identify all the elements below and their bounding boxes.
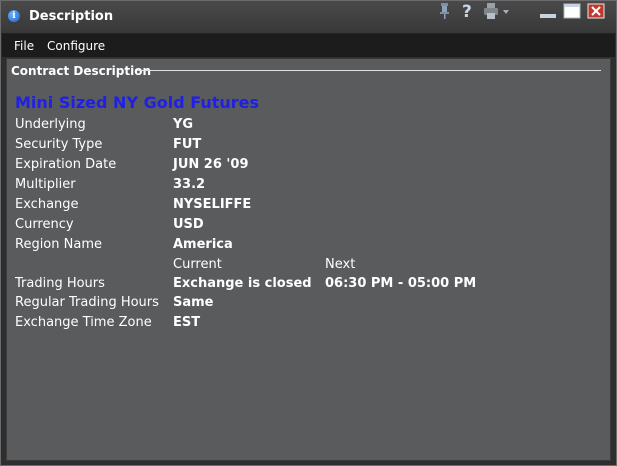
field-value: FUT — [173, 137, 202, 152]
maximize-icon[interactable] — [563, 1, 581, 21]
field-value-current: Exchange is closed — [173, 276, 312, 291]
chevron-down-icon — [503, 10, 509, 14]
field-value-current: Same — [173, 295, 214, 310]
column-next: Next — [325, 257, 356, 272]
description-window: i Description ? File Configure Contract … — [0, 0, 617, 466]
field-value-next: 06:30 PM - 05:00 PM — [325, 276, 477, 291]
section-divider — [137, 70, 601, 71]
row-region-name: Region Name America — [7, 237, 607, 255]
field-label: Trading Hours — [15, 276, 105, 291]
column-headers: Current Next — [7, 257, 607, 275]
close-icon[interactable] — [587, 1, 605, 21]
field-value-current: EST — [173, 315, 201, 330]
menu-file[interactable]: File — [14, 39, 34, 53]
title-bar: i Description ? — [1, 1, 616, 34]
help-icon[interactable]: ? — [460, 1, 476, 21]
section-title: Contract Description — [11, 64, 151, 78]
menu-bar: File Configure — [2, 34, 615, 57]
field-value: JUN 26 '09 — [173, 157, 249, 172]
row-currency: Currency USD — [7, 217, 607, 235]
pin-icon[interactable] — [438, 1, 452, 21]
field-label: Exchange — [15, 197, 79, 212]
field-label: Expiration Date — [15, 157, 117, 172]
contract-name: Mini Sized NY Gold Futures — [15, 93, 260, 112]
row-underlying: Underlying YG — [7, 117, 607, 135]
row-trading-hours: Trading Hours Exchange is closed 06:30 P… — [7, 276, 607, 294]
info-icon: i — [8, 10, 20, 22]
minimize-icon[interactable] — [539, 1, 557, 21]
row-security-type: Security Type FUT — [7, 137, 607, 155]
field-value: America — [173, 237, 233, 252]
row-exchange: Exchange NYSELIFFE — [7, 197, 607, 215]
row-expiration-date: Expiration Date JUN 26 '09 — [7, 157, 607, 175]
svg-text:?: ? — [462, 2, 472, 21]
field-label: Exchange Time Zone — [15, 315, 152, 330]
row-exchange-time-zone: Exchange Time Zone EST — [7, 315, 607, 333]
field-label: Currency — [15, 217, 74, 232]
row-regular-trading-hours: Regular Trading Hours Same — [7, 295, 607, 313]
field-value: USD — [173, 217, 204, 232]
field-label: Region Name — [15, 237, 102, 252]
field-value: NYSELIFFE — [173, 197, 252, 212]
window-title: Description — [29, 9, 114, 24]
field-label: Multiplier — [15, 177, 76, 192]
field-label: Regular Trading Hours — [15, 295, 159, 310]
menu-configure[interactable]: Configure — [47, 39, 105, 53]
field-value: 33.2 — [173, 177, 206, 192]
print-icon[interactable] — [483, 1, 511, 21]
field-label: Underlying — [15, 117, 86, 132]
field-label: Security Type — [15, 137, 103, 152]
column-current: Current — [173, 257, 222, 272]
field-value: YG — [173, 117, 194, 132]
contract-description-panel: Contract Description Mini Sized NY Gold … — [6, 58, 611, 461]
row-multiplier: Multiplier 33.2 — [7, 177, 607, 195]
